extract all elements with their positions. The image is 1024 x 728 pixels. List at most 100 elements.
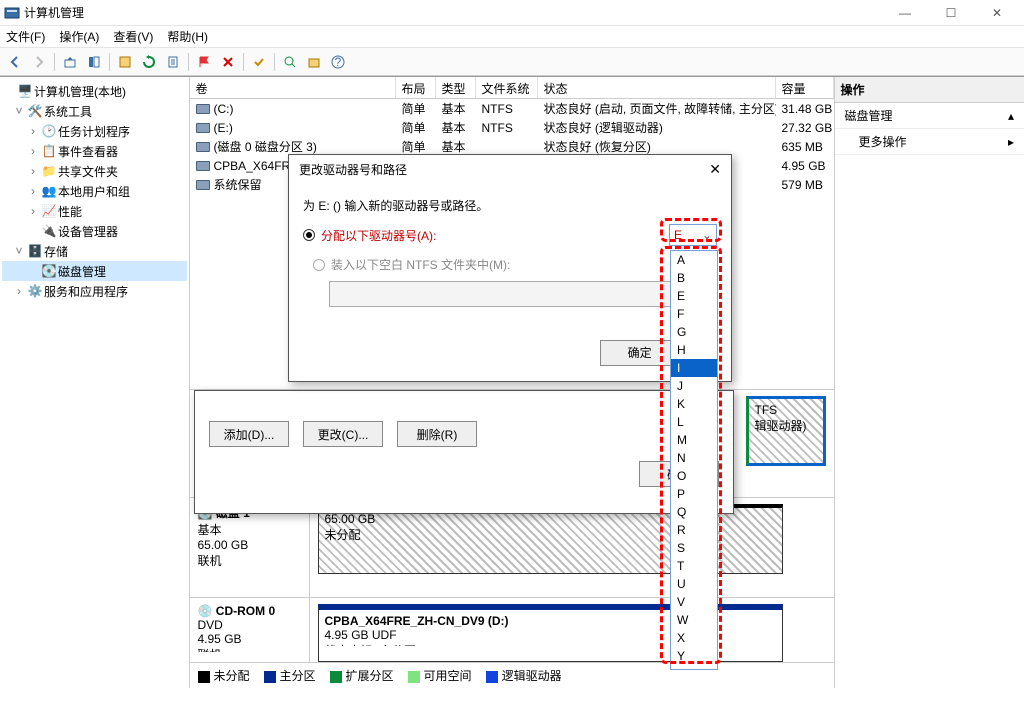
menu-file[interactable]: 文件(F) [6,28,45,45]
dropdown-option[interactable]: Z [671,665,717,670]
chevron-right-icon: ▸ [1008,135,1014,149]
dropdown-option[interactable]: W [671,611,717,629]
legend: 未分配 主分区 扩展分区 可用空间 逻辑驱动器 [190,662,834,688]
mount-path-input[interactable] [329,281,671,307]
col-capacity[interactable]: 容量 [776,77,834,98]
toggle-task[interactable]: › [26,124,40,138]
disk1-type: 基本 [198,521,301,538]
delete-icon[interactable] [217,51,239,73]
tree-diskmgmt[interactable]: 磁盘管理 [58,263,106,280]
drive-letter-combo[interactable]: E ⌄ [669,224,717,246]
inner-ok-button[interactable]: 确定 [600,340,680,366]
dropdown-option[interactable]: K [671,395,717,413]
list-item[interactable]: (E:)简单基本NTFS状态良好 (逻辑驱动器)27.32 GB [190,118,834,137]
list-item[interactable]: (C:)简单基本NTFS状态良好 (启动, 页面文件, 故障转储, 主分区)31… [190,99,834,118]
menu-help[interactable]: 帮助(H) [167,28,208,45]
dropdown-option[interactable]: E [671,287,717,305]
dropdown-option[interactable]: O [671,467,717,485]
menu-view[interactable]: 查看(V) [113,28,153,45]
dropdown-option[interactable]: A [671,251,717,269]
tree-task[interactable]: 任务计划程序 [58,123,130,140]
folder-icon[interactable] [303,51,325,73]
legend-unalloc: 未分配 [214,669,250,683]
storage-icon: 🗄️ [26,244,44,258]
tree-shared[interactable]: 共享文件夹 [58,163,118,180]
radio-assign[interactable] [303,229,315,241]
tree-services[interactable]: 服务和应用程序 [44,283,128,300]
flag-icon[interactable] [193,51,215,73]
toggle-users[interactable]: › [26,184,40,198]
dropdown-option[interactable]: V [671,593,717,611]
toggle-event[interactable]: › [26,144,40,158]
actions-pane: 操作 磁盘管理▴ 更多操作▸ [835,77,1024,688]
dropdown-option[interactable]: Q [671,503,717,521]
toggle-storage[interactable]: ˅ [12,244,26,258]
back-button[interactable] [4,51,26,73]
dropdown-option[interactable]: I [671,359,717,377]
tree-devmgr[interactable]: 设备管理器 [58,223,118,240]
col-volume[interactable]: 卷 [190,77,396,98]
dropdown-option[interactable]: Y [671,647,717,665]
close-button[interactable]: ✕ [974,0,1020,26]
col-layout[interactable]: 布局 [396,77,436,98]
show-hide-button[interactable] [83,51,105,73]
menu-action[interactable]: 操作(A) [59,28,99,45]
dropdown-option[interactable]: H [671,341,717,359]
tree-tools[interactable]: 系统工具 [44,103,92,120]
tree-storage[interactable]: 存储 [44,243,68,260]
disk1-online: 联机 [198,552,301,569]
minimize-button[interactable]: — [882,0,928,26]
dialog-inner-titlebar: 更改驱动器号和路径 ✕ [289,155,731,183]
maximize-button[interactable]: ☐ [928,0,974,26]
volume-icon [196,161,210,171]
tree-root[interactable]: 计算机管理(本地) [34,83,126,100]
dropdown-option[interactable]: U [671,575,717,593]
radio-mount[interactable] [313,259,325,271]
drive-letter-dropdown[interactable]: ABEFGHIJKLMNOPQRSTUVWXYZ [670,250,718,670]
opt-assign-label: 分配以下驱动器号(A): [321,227,436,244]
dropdown-option[interactable]: F [671,305,717,323]
help-icon[interactable]: ? [327,51,349,73]
dialog-inner: 更改驱动器号和路径 ✕ 为 E: () 输入新的驱动器号或路径。 分配以下驱动器… [288,154,732,382]
toggle-shared[interactable]: › [26,164,40,178]
toggle-tools[interactable]: ˅ [12,104,26,118]
dropdown-option[interactable]: S [671,539,717,557]
dropdown-option[interactable]: L [671,413,717,431]
dropdown-option[interactable]: B [671,269,717,287]
cd-title: CD-ROM 0 [216,604,275,618]
legend-ext: 扩展分区 [346,669,394,683]
dropdown-option[interactable]: N [671,449,717,467]
toggle-services[interactable]: › [12,284,26,298]
toolbar: ? [0,48,1024,76]
dropdown-option[interactable]: J [671,377,717,395]
check-icon[interactable] [248,51,270,73]
actions-diskmgmt[interactable]: 磁盘管理▴ [835,103,1024,129]
partition-e[interactable]: TFS 辑驱动器) [746,396,826,466]
dropdown-option[interactable]: T [671,557,717,575]
opt-mount-label: 装入以下空白 NTFS 文件夹中(M): [331,256,510,273]
change-button[interactable]: 更改(C)... [303,421,383,447]
forward-button[interactable] [28,51,50,73]
dropdown-option[interactable]: P [671,485,717,503]
tree-users[interactable]: 本地用户和组 [58,183,130,200]
dropdown-option[interactable]: G [671,323,717,341]
col-status[interactable]: 状态 [538,77,776,98]
refresh-button[interactable] [138,51,160,73]
add-button[interactable]: 添加(D)... [209,421,289,447]
perf-icon: 📈 [40,204,58,218]
dialog-close-icon[interactable]: ✕ [709,161,721,178]
dropdown-option[interactable]: X [671,629,717,647]
col-fs[interactable]: 文件系统 [476,77,538,98]
tree-perf[interactable]: 性能 [58,203,82,220]
actions-more[interactable]: 更多操作▸ [835,129,1024,155]
remove-button[interactable]: 删除(R) [397,421,477,447]
col-type[interactable]: 类型 [436,77,476,98]
dropdown-option[interactable]: R [671,521,717,539]
properties-button[interactable] [114,51,136,73]
toggle-perf[interactable]: › [26,204,40,218]
dropdown-option[interactable]: M [671,431,717,449]
export-button[interactable] [162,51,184,73]
up-button[interactable] [59,51,81,73]
find-icon[interactable] [279,51,301,73]
tree-event[interactable]: 事件查看器 [58,143,118,160]
